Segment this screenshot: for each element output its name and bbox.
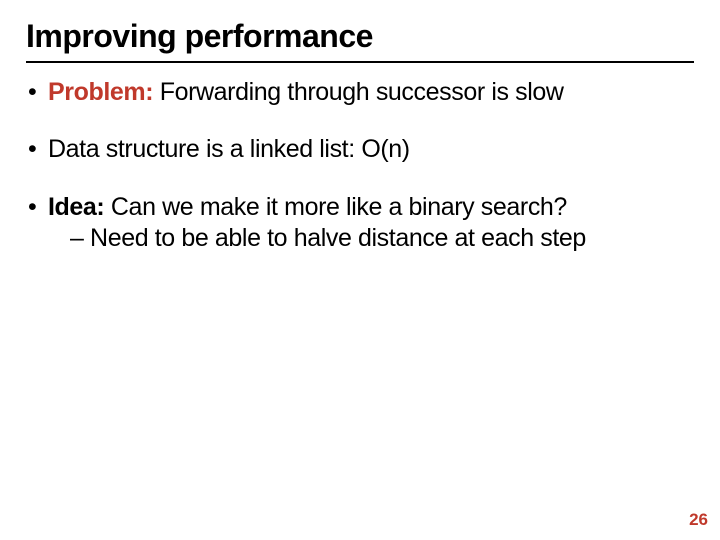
bullet-idea-subline: – Need to be able to halve distance at e… — [48, 223, 694, 254]
bullet-list: Problem: Forwarding through successor is… — [26, 77, 694, 254]
problem-label: Problem: — [48, 78, 153, 106]
bullet-idea: Idea: Can we make it more like a binary … — [26, 192, 694, 255]
page-number: 26 — [689, 510, 708, 530]
idea-label: Idea: — [48, 193, 104, 221]
bullet-idea-text: Can we make it more like a binary search… — [104, 193, 567, 221]
bullet-datastructure: Data structure is a linked list: O(n) — [26, 134, 694, 165]
title-divider — [26, 61, 694, 63]
slide: Improving performance Problem: Forwardin… — [0, 0, 720, 540]
bullet-datastructure-text: Data structure is a linked list: O(n) — [48, 135, 410, 163]
bullet-problem-text: Forwarding through successor is slow — [153, 78, 563, 106]
bullet-problem: Problem: Forwarding through successor is… — [26, 77, 694, 108]
slide-title: Improving performance — [26, 18, 694, 55]
